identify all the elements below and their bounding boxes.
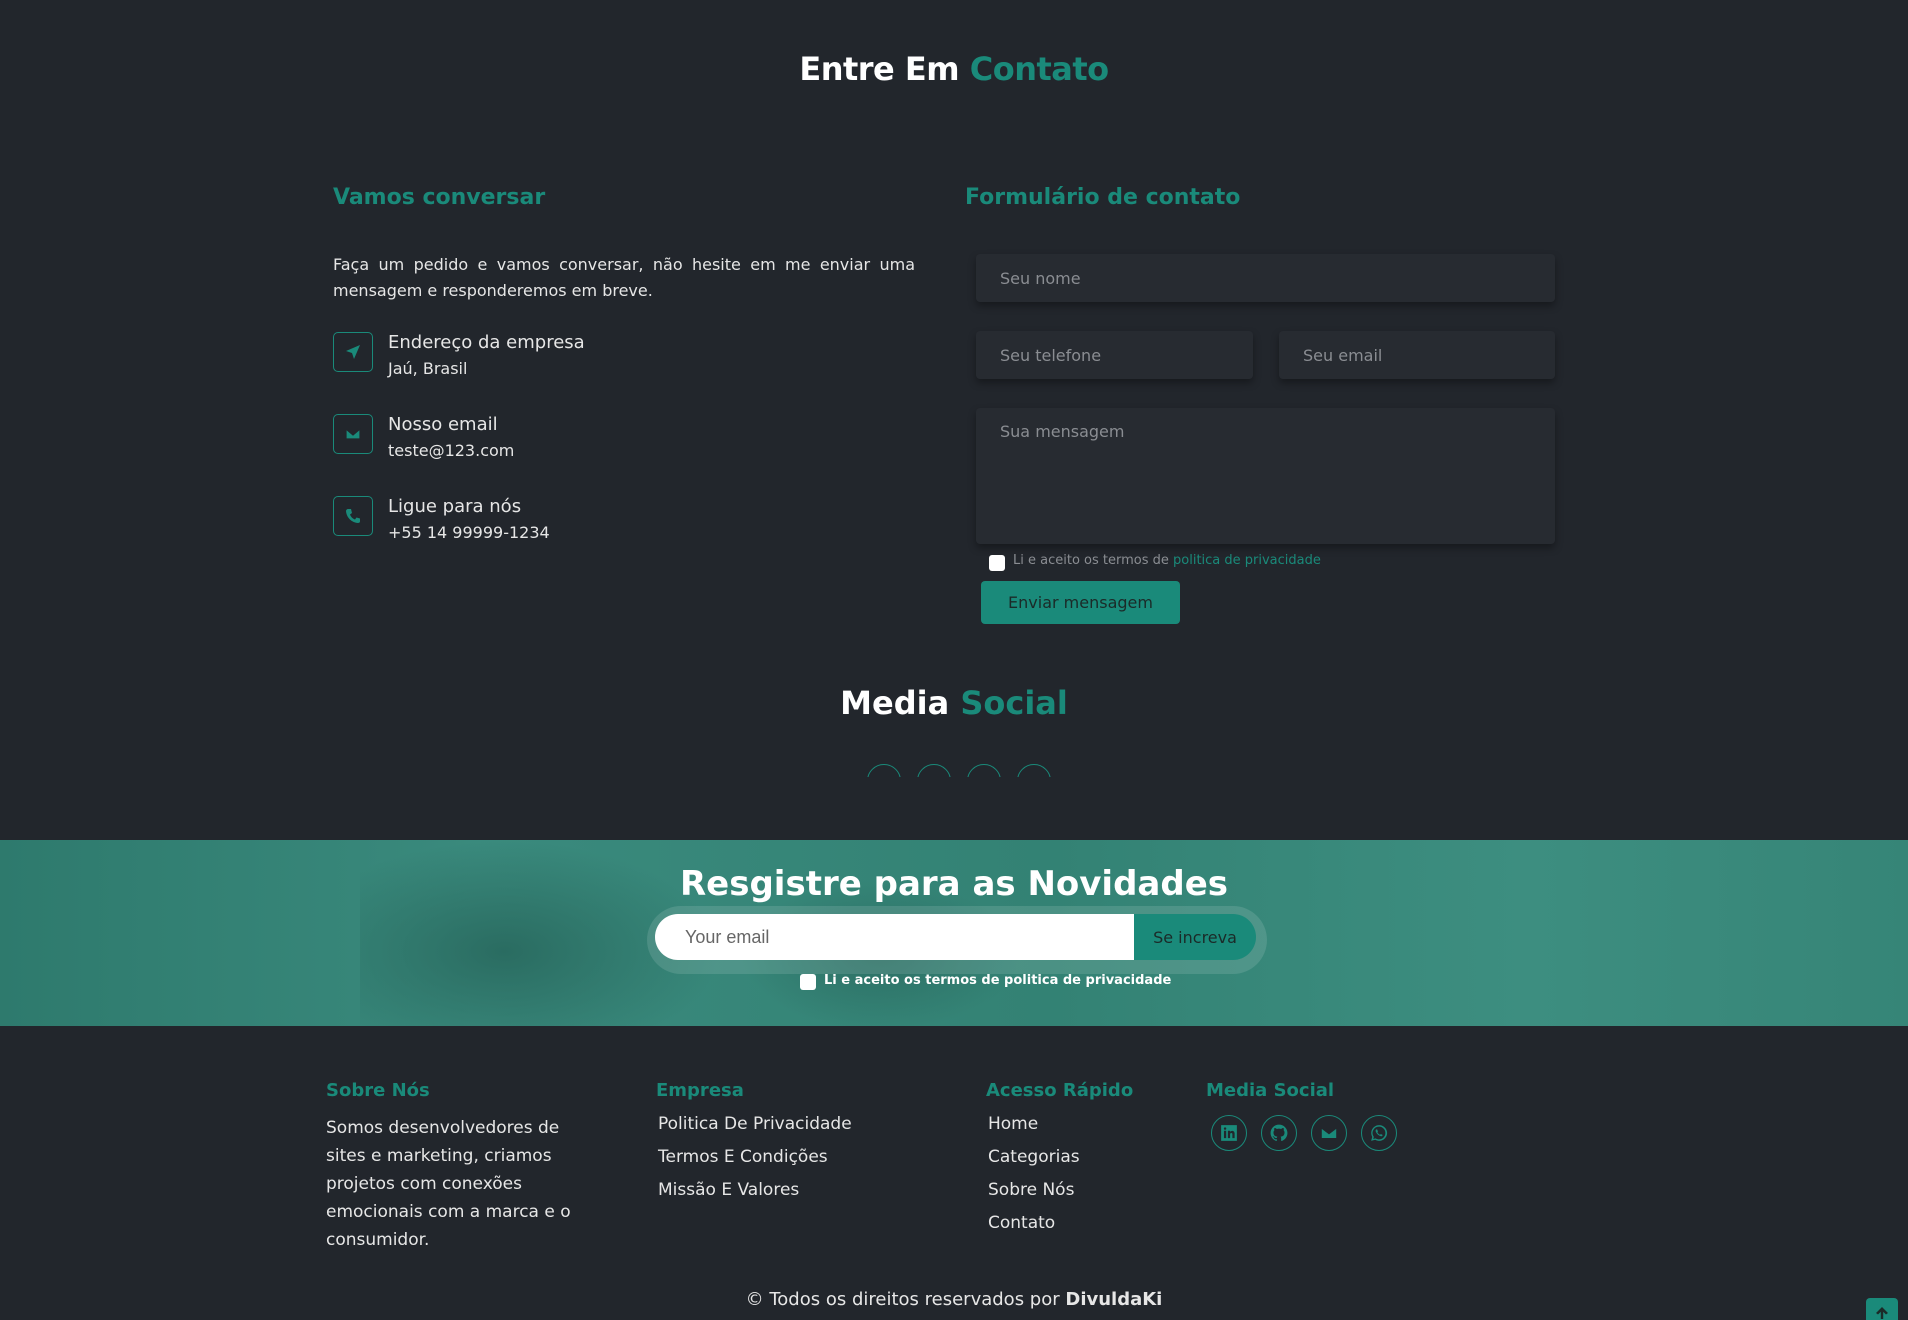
privacy-policy-link[interactable]: politica de privacidade — [1173, 553, 1321, 568]
info-email: Nosso email teste@123.com — [333, 414, 733, 464]
social-title-main: Media — [840, 684, 950, 722]
footer-link-mission[interactable]: Missão E Valores — [658, 1180, 799, 1200]
info-phone-label: Ligue para nós — [388, 496, 522, 517]
terms-checkbox[interactable] — [989, 555, 1005, 571]
github-icon[interactable] — [1261, 1115, 1297, 1151]
footer-link-about[interactable]: Sobre Nós — [988, 1180, 1074, 1200]
phone-icon — [333, 496, 373, 536]
location-arrow-icon — [333, 332, 373, 372]
social-icon-1[interactable] — [867, 764, 901, 777]
info-address: Endereço da empresa Jaú, Brasil — [333, 332, 733, 382]
contact-title-main: Entre Em — [799, 50, 960, 88]
subscribe-button[interactable]: Se increva — [1134, 914, 1256, 960]
phone-field[interactable] — [976, 331, 1253, 379]
info-phone-value: +55 14 99999-1234 — [388, 523, 550, 542]
newsletter-terms-checkbox[interactable] — [800, 974, 816, 990]
social-title-accent: Social — [960, 684, 1068, 722]
contact-title-accent: Contato — [969, 50, 1109, 88]
info-address-value: Jaú, Brasil — [388, 359, 468, 378]
footer-link-categories[interactable]: Categorias — [988, 1147, 1080, 1167]
newsletter-terms-label: Li e aceito os termos de politica de pri… — [824, 973, 1172, 988]
envelope-icon — [333, 414, 373, 454]
footer-social-title: Media Social — [1206, 1080, 1335, 1101]
footer-quick-title: Acesso Rápido — [986, 1080, 1134, 1101]
newsletter-email-input[interactable] — [655, 914, 1135, 960]
footer-about-title: Sobre Nós — [326, 1080, 430, 1101]
footer-link-home[interactable]: Home — [988, 1114, 1038, 1134]
arrow-up-icon — [1876, 1307, 1888, 1319]
contact-title: Entre Em Contato — [0, 50, 1908, 88]
newsletter-title: Resgistre para as Novidades — [679, 864, 1229, 904]
email-field[interactable] — [1279, 331, 1555, 379]
footer-link-privacy[interactable]: Politica De Privacidade — [658, 1114, 852, 1134]
copyright: © Todos os direitos reservados por Divul… — [0, 1289, 1908, 1310]
social-title: Media Social — [0, 684, 1908, 722]
linkedin-icon[interactable] — [1211, 1115, 1247, 1151]
newsletter-section: Resgistre para as Novidades Se increva L… — [0, 840, 1908, 1026]
message-field[interactable] — [976, 408, 1555, 544]
footer-about-text: Somos desenvolvedores de sites e marketi… — [326, 1118, 571, 1250]
lets-talk-heading: Vamos conversar — [333, 185, 546, 210]
send-message-button[interactable]: Enviar mensagem — [981, 581, 1180, 624]
footer-link-contact[interactable]: Contato — [988, 1213, 1055, 1233]
brand-name: DivuldaKi — [1065, 1289, 1163, 1310]
social-icon-4[interactable] — [1017, 764, 1051, 777]
envelope-icon[interactable] — [1311, 1115, 1347, 1151]
footer-link-terms[interactable]: Termos E Condições — [658, 1147, 828, 1167]
info-email-label: Nosso email — [388, 414, 498, 435]
contact-form-heading: Formulário de contato — [965, 185, 1241, 210]
info-address-label: Endereço da empresa — [388, 332, 585, 353]
social-icon-2[interactable] — [917, 764, 951, 777]
footer-company-title: Empresa — [656, 1080, 744, 1101]
social-icons-partial — [850, 760, 1070, 777]
social-icon-3[interactable] — [967, 764, 1001, 777]
whatsapp-icon[interactable] — [1361, 1115, 1397, 1151]
info-email-value: teste@123.com — [388, 441, 515, 460]
terms-label: Li e aceito os termos de politica de pri… — [1013, 553, 1321, 568]
contact-lead-text: Faça um pedido e vamos conversar, não he… — [333, 255, 915, 300]
back-to-top-button[interactable] — [1866, 1298, 1898, 1320]
name-field[interactable] — [976, 254, 1555, 302]
info-phone: Ligue para nós +55 14 99999-1234 — [333, 496, 733, 546]
terms-text: Li e aceito os termos de — [1013, 553, 1169, 568]
copyright-text: © Todos os direitos reservados por — [745, 1289, 1060, 1310]
